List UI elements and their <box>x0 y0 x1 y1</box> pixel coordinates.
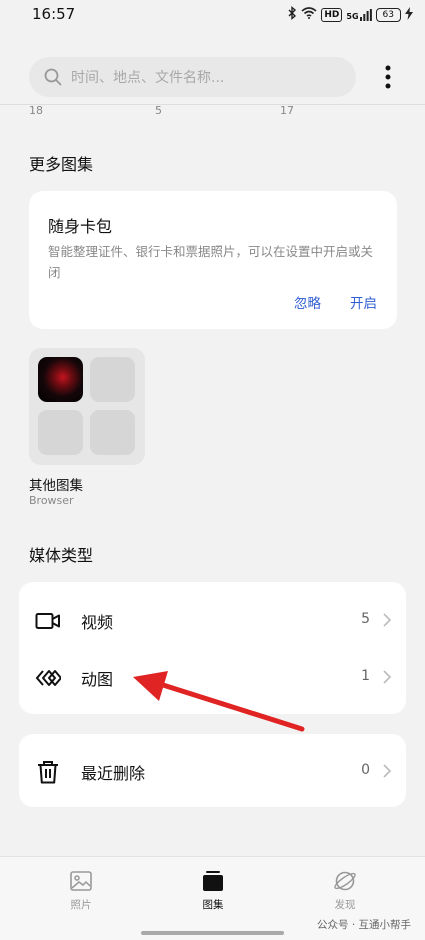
network-type: 5G <box>346 11 359 21</box>
album-placeholder <box>90 410 135 455</box>
chevron-right-icon <box>383 670 392 684</box>
explore-icon <box>334 871 356 891</box>
header-divider <box>0 104 425 105</box>
album-placeholder <box>90 357 135 402</box>
row-count: 5 <box>361 611 370 627</box>
album-count: 17 <box>280 104 294 117</box>
search-input[interactable]: 时间、地点、文件名称... <box>29 57 356 97</box>
recently-deleted-row[interactable]: 最近删除 0 <box>19 743 406 799</box>
chevron-right-icon <box>383 764 392 778</box>
row-count: 1 <box>361 668 370 684</box>
wallet-description: 智能整理证件、银行卡和票据照片，可以在设置中开启或关闭 <box>48 244 374 280</box>
status-time: 16:57 <box>32 5 76 23</box>
album-icon <box>203 871 223 891</box>
row-count: 0 <box>361 762 370 778</box>
bottom-tab-bar: 照片 图集 发现 公众号 · 互通小帮手 <box>0 856 425 940</box>
charging-icon <box>405 6 413 23</box>
wifi-icon <box>301 7 317 22</box>
album-count: 5 <box>155 104 162 117</box>
album-cover-photo <box>38 357 83 402</box>
hd-badge: HD <box>321 7 343 22</box>
ignore-button[interactable]: 忽略 <box>294 292 321 312</box>
album-placeholder <box>38 410 83 455</box>
section-title-more-albums: 更多图集 <box>29 155 94 174</box>
trash-icon <box>38 761 58 784</box>
other-albums-thumbnail[interactable] <box>29 348 145 465</box>
signal-icon: 5G <box>346 8 372 21</box>
tab-explore[interactable]: 发现 <box>315 869 375 912</box>
home-indicator[interactable] <box>141 931 284 935</box>
chevron-right-icon <box>383 613 392 627</box>
album-count: 18 <box>29 104 43 117</box>
watermark: 公众号 · 互通小帮手 <box>316 919 411 931</box>
row-label: 动图 <box>81 670 114 689</box>
bluetooth-icon <box>287 6 297 23</box>
tab-photos[interactable]: 照片 <box>51 869 111 912</box>
search-icon <box>44 68 62 86</box>
tab-label: 照片 <box>70 899 92 911</box>
other-albums-subtitle: Browser <box>29 494 74 507</box>
search-placeholder: 时间、地点、文件名称... <box>71 70 225 86</box>
more-options-icon[interactable] <box>380 64 396 90</box>
media-types-card: 视频 5 动图 1 <box>19 582 406 714</box>
recently-deleted-card[interactable]: 最近删除 0 <box>19 734 406 807</box>
tab-label: 发现 <box>334 899 356 911</box>
photo-icon <box>70 871 92 891</box>
enable-button[interactable]: 开启 <box>350 292 377 312</box>
media-row-animated[interactable]: 动图 1 <box>19 649 406 705</box>
status-bar: 16:57 HD 5G 63 <box>0 0 425 30</box>
row-label: 视频 <box>81 613 114 632</box>
section-title-media-types: 媒体类型 <box>29 546 94 565</box>
media-row-video[interactable]: 视频 5 <box>19 592 406 648</box>
status-icons: HD 5G 63 <box>287 6 413 23</box>
other-albums-name[interactable]: 其他图集 <box>29 474 83 494</box>
wallet-title: 随身卡包 <box>48 217 113 236</box>
tab-label: 图集 <box>202 899 224 911</box>
video-icon <box>35 613 60 629</box>
animated-icon <box>35 670 61 686</box>
battery-indicator: 63 <box>375 7 401 22</box>
tab-albums[interactable]: 图集 <box>183 869 243 912</box>
row-label: 最近删除 <box>81 764 146 783</box>
wallet-card: 随身卡包 智能整理证件、银行卡和票据照片，可以在设置中开启或关闭 忽略 开启 <box>29 191 397 329</box>
